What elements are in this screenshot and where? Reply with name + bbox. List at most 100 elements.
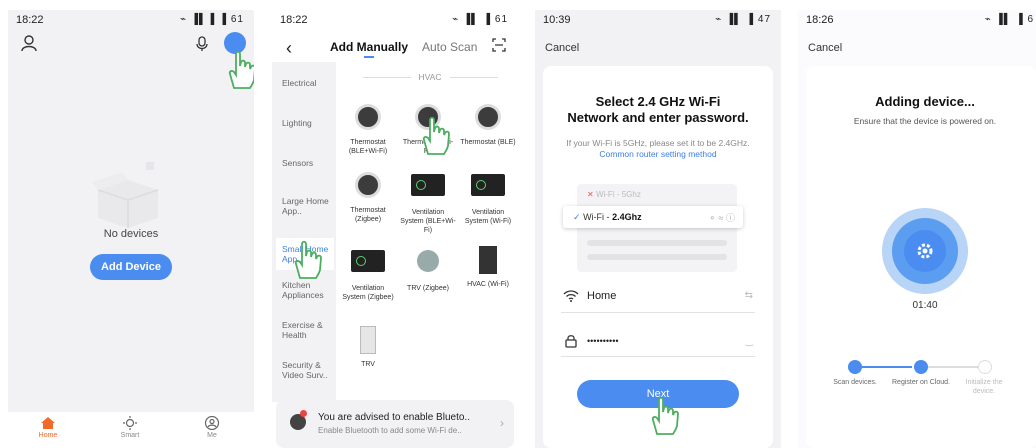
notification-dot	[300, 410, 307, 417]
active-tab-indicator	[364, 56, 374, 58]
power-hint: Ensure that the device is powered on.	[853, 116, 997, 126]
status-time: 18:22	[16, 14, 44, 26]
status-icons: ⌁ ▐▌▐ ▐ 61	[180, 14, 244, 25]
scan-icon[interactable]	[492, 38, 506, 52]
password-field[interactable]: •••••••••• ‿	[561, 328, 755, 357]
tab-add-manually[interactable]: Add Manually	[330, 40, 408, 54]
placeholder-bar	[587, 240, 727, 246]
step-register-label: Register on Cloud.	[892, 379, 950, 386]
category-sensors[interactable]: Sensors	[282, 158, 334, 168]
category-sidebar: Electrical Lighting Sensors Large Home A…	[272, 62, 336, 402]
status-bar: 18:26 ⌁ ▐▌ ▐ 6	[798, 10, 1036, 30]
category-kitchen[interactable]: Kitchen Appliances	[282, 280, 334, 300]
check-icon: ✓	[573, 212, 581, 222]
hvac-icon	[479, 246, 497, 274]
wifi-5g-row: ✕ Wi-Fi - 5Ghz	[587, 190, 641, 199]
device-thermostat-ble-wifi[interactable]: Thermostat (BLE+Wi-Fi)	[340, 100, 396, 156]
device-label: TRV (Zigbee)	[407, 285, 449, 292]
cancel-button[interactable]: Cancel	[545, 42, 579, 54]
swap-icon[interactable]: ⇆	[745, 290, 753, 301]
wifi-icon	[563, 290, 579, 302]
tab-label: Smart	[120, 432, 140, 439]
lock-icon	[565, 335, 577, 348]
section-heading: HVAC	[342, 72, 518, 82]
bluetooth-title: You are advised to enable Blueto..	[318, 412, 470, 423]
sun-icon	[123, 416, 137, 430]
tab-home[interactable]: Home	[28, 416, 68, 439]
placeholder-bar	[587, 254, 727, 260]
bluetooth-subtitle: Enable Bluetooth to add some Wi-Fi de..	[318, 426, 462, 435]
mic-icon[interactable]	[196, 36, 208, 52]
status-icons: ⌁ ▐▌ ▐ 47	[715, 14, 771, 25]
chevron-right-icon: ›	[500, 416, 504, 430]
device-thermostat-ble[interactable]: Thermostat (BLE)	[460, 100, 516, 147]
trv-icon	[360, 326, 376, 354]
network-field[interactable]: Home ⇆	[561, 284, 755, 313]
trv-icon	[417, 250, 439, 272]
back-chevron-icon[interactable]: ‹	[286, 38, 292, 59]
step-initialize-label: Initialize the device.	[965, 379, 1003, 395]
device-label: TRV	[361, 361, 375, 368]
device-hvac-wifi[interactable]: HVAC (Wi-Fi)	[460, 244, 516, 289]
category-security[interactable]: Security & Video Surv..	[282, 360, 334, 380]
wifi-24g-text: ✓ Wi-Fi - 2.4Ghz	[573, 212, 642, 223]
user-icon[interactable]	[20, 34, 38, 52]
network-name: Home	[587, 290, 617, 302]
progress-ring-inner	[892, 218, 958, 284]
progress-ring	[882, 208, 968, 294]
device-trv[interactable]: TRV	[340, 324, 396, 369]
ventilation-icon	[471, 174, 505, 196]
add-device-button[interactable]: Add Device	[90, 254, 172, 280]
wifi-hint: If your Wi-Fi is 5GHz, please set it to …	[555, 138, 761, 160]
wifi-24g-label: 2.4Ghz	[612, 212, 642, 222]
device-label: Thermostat (BLE)	[460, 139, 516, 146]
device-thermostat-zigbee[interactable]: Thermostat (Zigbee)	[340, 168, 396, 224]
page-title: Select 2.4 GHz Wi-Fi Network and enter p…	[543, 94, 773, 126]
status-time: 10:39	[543, 14, 571, 26]
ventilation-icon	[411, 174, 445, 196]
status-bar: 10:39 ⌁ ▐▌ ▐ 47	[535, 10, 781, 30]
tab-bar: Home Smart Me	[8, 412, 254, 448]
ventilation-icon	[351, 250, 385, 272]
x-icon: ✕	[587, 190, 594, 199]
thermostat-icon	[355, 172, 381, 198]
tap-hand-icon	[294, 240, 322, 279]
status-bar: 18:22 ⌁ ▐▌ ▐ 61	[272, 10, 518, 30]
device-ventilation-zigbee[interactable]: Ventilation System (Zigbee)	[340, 244, 396, 302]
page-title: Adding device...	[875, 94, 975, 109]
device-label: Thermostat (BLE+Wi-Fi)	[348, 139, 388, 155]
device-ventilation-ble-wifi[interactable]: Ventilation System (BLE+Wi-Fi)	[400, 168, 456, 235]
step-scan-dot	[848, 360, 862, 374]
category-exercise[interactable]: Exercise & Health	[282, 320, 334, 340]
step-connector	[922, 366, 984, 368]
category-electrical[interactable]: Electrical	[282, 78, 334, 88]
router-setting-link[interactable]: Common router setting method	[599, 149, 716, 159]
tab-label: Me	[207, 432, 217, 439]
tab-label: Home	[38, 432, 58, 439]
tab-auto-scan[interactable]: Auto Scan	[422, 40, 477, 54]
home-icon	[41, 417, 55, 429]
wifi-list-illustration: ✕ Wi-Fi - 5Ghz	[577, 184, 737, 272]
category-large-home[interactable]: Large Home App..	[282, 196, 334, 216]
wifi-5g-label: Wi-Fi - 5Ghz	[595, 190, 641, 199]
wifi-signal-icon: ⚬ ≈ ⓘ	[708, 213, 735, 223]
tab-smart[interactable]: Smart	[110, 416, 150, 439]
tap-hand-icon	[651, 396, 679, 435]
phone-add-manually: 18:22 ⌁ ▐▌ ▐ 61 ‹ Add Manually Auto Scan…	[272, 10, 518, 448]
device-label: Thermostat (Zigbee)	[350, 207, 386, 223]
status-time: 18:22	[280, 14, 308, 26]
bluetooth-banner[interactable]: You are advised to enable Blueto.. Enabl…	[276, 400, 514, 448]
category-lighting[interactable]: Lighting	[282, 118, 334, 128]
cancel-button[interactable]: Cancel	[808, 42, 842, 54]
step-scan-label: Scan devices.	[833, 379, 877, 386]
step-register-dot	[914, 360, 928, 374]
tab-me[interactable]: Me	[192, 416, 232, 439]
status-bar: 18:22 ⌁ ▐▌▐ ▐ 61	[8, 10, 254, 30]
gear-icon	[917, 243, 933, 259]
device-trv-zigbee[interactable]: TRV (Zigbee)	[400, 244, 456, 293]
eye-icon[interactable]: ‿	[746, 336, 753, 347]
page-title-line2: Network and enter password.	[567, 110, 749, 125]
progress-card: Adding device... Ensure that the device …	[806, 66, 1036, 448]
device-label: HVAC (Wi-Fi)	[467, 281, 509, 288]
device-ventilation-wifi[interactable]: Ventilation System (Wi-Fi)	[460, 168, 516, 226]
